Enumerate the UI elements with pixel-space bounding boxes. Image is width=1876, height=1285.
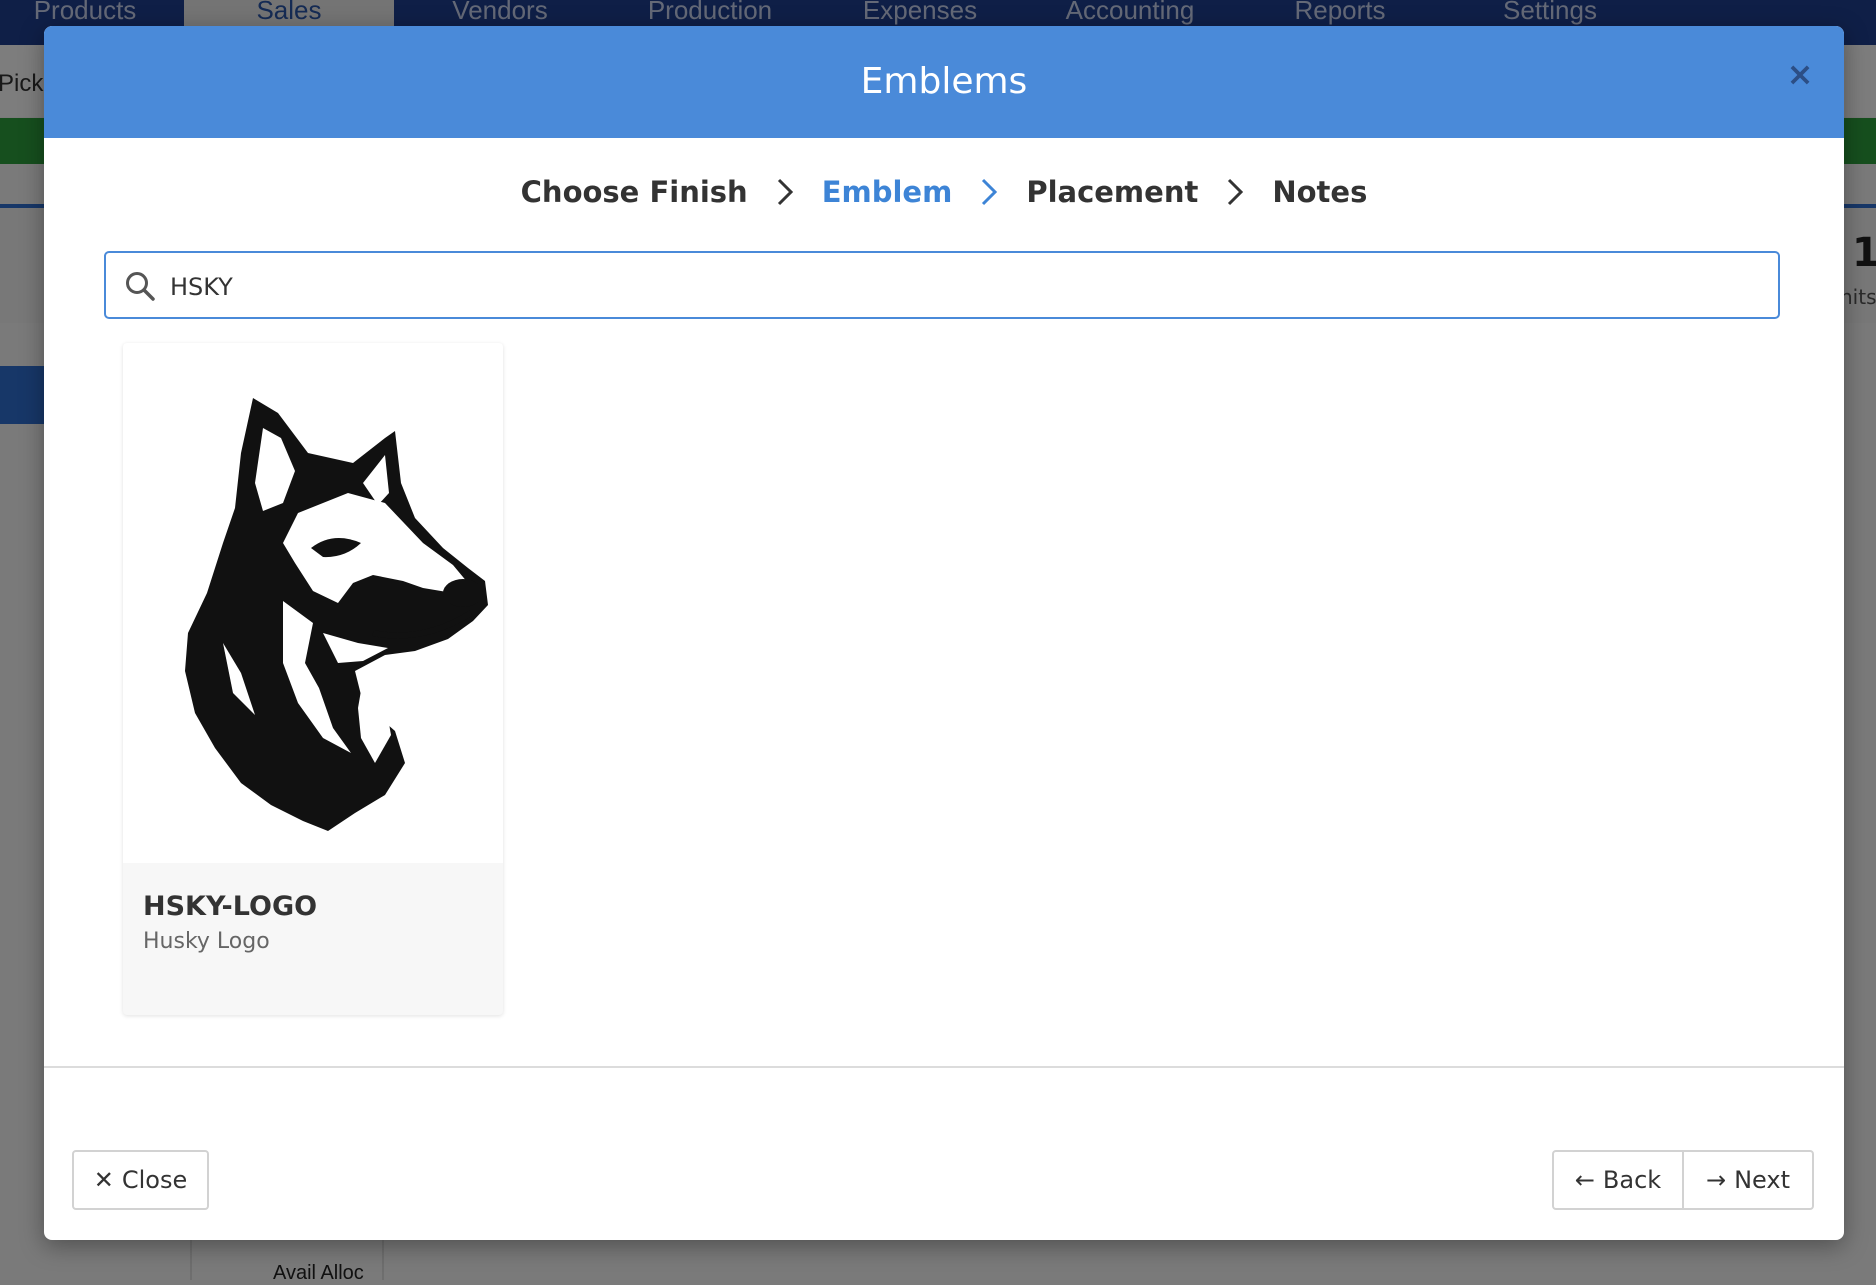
back-button[interactable]: ← Back <box>1552 1150 1684 1210</box>
modal-header: Emblems × <box>44 26 1844 138</box>
next-label: Next <box>1734 1166 1791 1194</box>
chevron-right-icon <box>770 175 800 209</box>
wizard-steps: Choose Finish Emblem Placement Notes <box>44 164 1844 220</box>
step-choose-finish[interactable]: Choose Finish <box>521 175 748 209</box>
arrow-left-icon: ← <box>1574 1166 1595 1194</box>
next-button[interactable]: → Next <box>1682 1150 1814 1210</box>
footer-divider <box>44 1066 1844 1068</box>
husky-logo-image <box>123 343 503 863</box>
step-emblem[interactable]: Emblem <box>822 175 953 209</box>
emblem-description: Husky Logo <box>143 929 270 954</box>
close-icon: ✕ <box>93 1166 114 1194</box>
emblem-card[interactable]: HSKY-LOGO Husky Logo <box>123 343 503 1015</box>
search-icon <box>126 272 155 301</box>
emblem-search-box[interactable] <box>104 251 1780 319</box>
emblems-modal: Emblems × Choose Finish Emblem Placement… <box>44 26 1844 1240</box>
chevron-right-icon <box>974 175 1004 209</box>
chevron-right-icon <box>1220 175 1250 209</box>
close-icon[interactable]: × <box>1782 56 1818 92</box>
step-placement[interactable]: Placement <box>1026 175 1198 209</box>
husky-logo-icon <box>185 398 488 831</box>
step-notes[interactable]: Notes <box>1272 175 1367 209</box>
back-label: Back <box>1602 1166 1662 1194</box>
close-button[interactable]: ✕ Close <box>72 1150 209 1210</box>
search-input[interactable] <box>168 263 1752 311</box>
arrow-right-icon: → <box>1705 1166 1727 1194</box>
close-label: Close <box>121 1166 188 1194</box>
emblem-code: HSKY-LOGO <box>143 891 318 922</box>
modal-title: Emblems <box>860 61 1028 102</box>
